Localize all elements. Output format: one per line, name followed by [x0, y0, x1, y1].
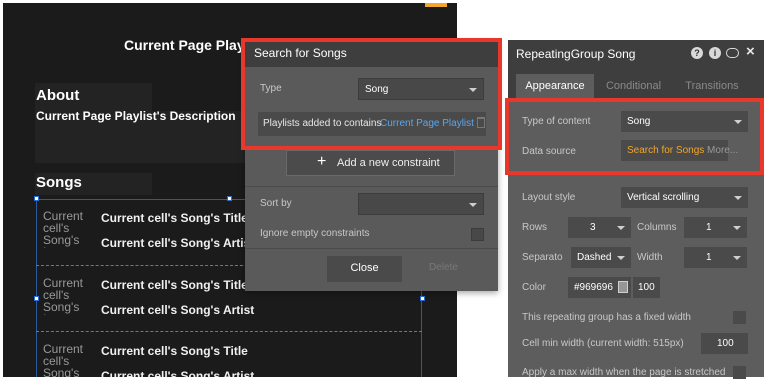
cell-min-width-label: Cell min width (current width: 515px)	[522, 338, 684, 349]
playlist-description-text[interactable]: Current Page Playlist's Description	[36, 109, 236, 123]
close-icon[interactable]: ×	[746, 43, 755, 60]
chevron-down-icon	[733, 256, 741, 260]
help-icon[interactable]: ?	[691, 47, 703, 59]
fixed-width-checkbox[interactable]	[733, 311, 746, 324]
chevron-down-icon	[734, 196, 742, 200]
comment-icon[interactable]	[726, 48, 739, 58]
tab-appearance[interactable]: Appearance	[516, 74, 594, 99]
rows-value: 3	[590, 222, 596, 233]
panel-header[interactable]: RepeatingGroup Song ? i ×	[508, 40, 764, 69]
sort-by-dropdown[interactable]	[358, 193, 484, 215]
layout-style-label: Layout style	[522, 192, 576, 203]
layout-style-dropdown[interactable]: Vertical scrolling	[621, 187, 748, 208]
chevron-down-icon	[617, 256, 625, 260]
rows-label: Rows	[522, 222, 548, 233]
plus-icon: +	[317, 153, 327, 170]
resize-handle[interactable]	[34, 196, 39, 201]
panel-tabs: Appearance Conditional Transitions	[508, 69, 764, 99]
ignore-empty-checkbox[interactable]	[471, 228, 484, 241]
property-editor-panel: RepeatingGroup Song ? i × Appearance Con…	[508, 40, 764, 379]
chevron-down-icon	[469, 203, 477, 207]
columns-label: Columns	[637, 222, 677, 233]
max-width-checkbox[interactable]	[733, 366, 746, 379]
resize-handle[interactable]	[34, 296, 39, 301]
cell-song-image[interactable]: Current cell's Song's Image	[43, 277, 93, 315]
color-value: #969696	[574, 282, 613, 293]
tab-conditional[interactable]: Conditional	[600, 74, 667, 99]
cell-song-artist[interactable]: Current cell's Song's Artist	[101, 236, 254, 250]
highlight-frame-search	[241, 38, 502, 150]
add-constraint-label: Add a new constraint	[337, 157, 440, 169]
panel-title: RepeatingGroup Song	[516, 47, 636, 61]
info-icon[interactable]: i	[709, 47, 721, 59]
close-button[interactable]: Close	[327, 256, 402, 282]
cell-min-width-value: 100	[717, 338, 734, 349]
opacity-input[interactable]: 100	[633, 277, 660, 298]
divider	[245, 186, 498, 187]
opacity-value: 100	[638, 282, 655, 293]
row-separator	[36, 331, 422, 332]
rows-input[interactable]: 3	[568, 217, 631, 238]
cell-song-artist[interactable]: Current cell's Song's Artist	[101, 369, 254, 377]
cell-song-artist[interactable]: Current cell's Song's Artist	[101, 303, 254, 317]
tab-transitions[interactable]: Transitions	[676, 74, 748, 99]
active-tab-indicator	[425, 3, 447, 7]
cell-song-title[interactable]: Current cell's Song's Title	[101, 278, 248, 292]
divider	[245, 248, 498, 249]
color-swatch[interactable]	[618, 281, 628, 293]
about-heading[interactable]: About	[36, 87, 79, 104]
songs-heading[interactable]: Songs	[36, 174, 82, 191]
chevron-down-icon	[617, 226, 625, 230]
fixed-width-label: This repeating group has a fixed width	[522, 312, 691, 323]
sort-by-label: Sort by	[260, 198, 292, 209]
separator-value: Dashed	[577, 252, 612, 263]
columns-input[interactable]: 1	[684, 217, 747, 238]
cell-min-width-input[interactable]: 100	[701, 333, 748, 354]
cell-song-title[interactable]: Current cell's Song's Title	[101, 211, 248, 225]
cell-song-image[interactable]: Current cell's Song's Image	[43, 210, 93, 248]
resize-handle[interactable]	[420, 296, 425, 301]
width-label: Width	[637, 252, 663, 263]
cell-song-image[interactable]: Current cell's Song's Image	[43, 343, 93, 377]
chevron-down-icon	[733, 226, 741, 230]
separator-label: Separato	[522, 252, 563, 263]
max-width-label: Apply a max width when the page is stret…	[522, 367, 726, 378]
width-input[interactable]: 1	[684, 247, 747, 268]
color-label: Color	[522, 282, 546, 293]
layout-style-value: Vertical scrolling	[627, 192, 700, 203]
highlight-frame-data-source	[505, 98, 764, 175]
separator-dropdown[interactable]: Dashed	[571, 247, 631, 268]
add-constraint-button[interactable]: + Add a new constraint	[286, 150, 455, 176]
delete-button[interactable]: Delete	[429, 262, 458, 273]
columns-value: 1	[706, 222, 712, 233]
ignore-empty-label: Ignore empty constraints	[260, 228, 370, 239]
resize-handle[interactable]	[227, 196, 232, 201]
cell-song-title[interactable]: Current cell's Song's Title	[101, 344, 248, 358]
width-value: 1	[706, 252, 712, 263]
